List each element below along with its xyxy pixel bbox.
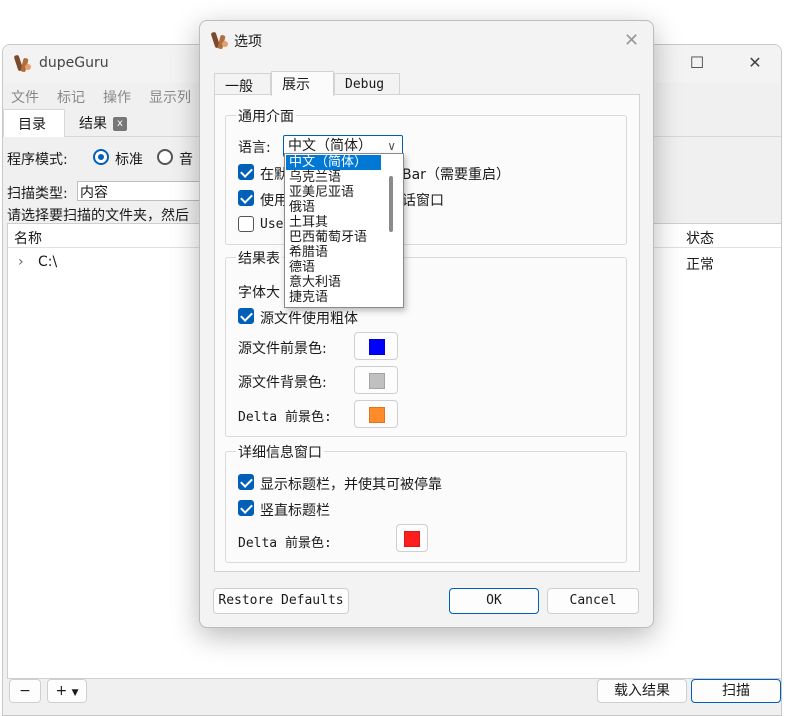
language-option[interactable]: 俄语 (286, 200, 381, 215)
header-name[interactable]: 名称 (14, 228, 42, 248)
dialog-tab-bar: 一般 展示 Debug (214, 71, 640, 96)
language-option[interactable]: 意大利语 (286, 275, 381, 290)
close-icon[interactable]: ✕ (624, 30, 639, 51)
cb-native-dialog-label-end: 话窗口 (402, 193, 444, 209)
tab-general[interactable]: 一般 (214, 73, 271, 95)
window-title: dupeGuru (39, 55, 109, 71)
mode-standard-label: 标准 (115, 152, 143, 168)
mode-music-radio[interactable] (157, 149, 173, 165)
language-option[interactable]: 捷克语 (286, 290, 381, 305)
instruction-text: 请选择要扫描的文件夹，然后 (7, 208, 189, 224)
menu-file[interactable]: 文件 (11, 87, 39, 107)
menu-mark[interactable]: 标记 (57, 87, 85, 107)
font-size-label: 字体大 (238, 285, 280, 301)
mode-music-label: 音 (179, 152, 193, 168)
ok-button[interactable]: OK (449, 588, 539, 614)
menu-actions[interactable]: 操作 (103, 87, 131, 107)
tree-row-path: C:\ (38, 254, 58, 270)
cb-native-dialog[interactable] (238, 190, 254, 206)
scan-button[interactable]: 扫描 (691, 679, 781, 703)
cb-toolbar[interactable] (238, 164, 254, 180)
delta-fg-color-button[interactable] (354, 400, 398, 428)
tree-row-state[interactable]: 正常 (686, 254, 714, 274)
dialog-title: 选项 (234, 34, 262, 50)
cb-use-option-label: Use (260, 217, 284, 232)
add-folder-button[interactable]: + ▼ (47, 679, 87, 703)
cb-vertical-titlebar[interactable] (238, 500, 254, 516)
details-window-group: 详细信息窗口 显示标题栏，并使其可被停靠 竖直标题栏 Delta 前景色: (225, 442, 627, 563)
scan-type-label: 扫描类型: (7, 186, 68, 202)
menu-columns[interactable]: 显示列 (149, 87, 191, 107)
cb-vertical-titlebar-label: 竖直标题栏 (260, 503, 330, 519)
group-title: 通用介面 (236, 106, 296, 126)
tab-close-icon[interactable]: x (113, 117, 127, 131)
language-option[interactable]: 德语 (286, 260, 381, 275)
source-fg-label: 源文件前景色: (238, 341, 327, 357)
group-title: 结果表 (236, 248, 282, 268)
header-state[interactable]: 状态 (686, 228, 714, 248)
options-dialog: 选项 ✕ 一般 展示 Debug 通用介面 语言: 在默 Bar（需要重启） 使… (199, 20, 654, 628)
cb-show-titlebar-label: 显示标题栏，并使其可被停靠 (260, 477, 442, 493)
language-dropdown-list[interactable]: 中文（简体） 乌克兰语 亚美尼亚语 俄语 土耳其 巴西葡萄牙语 希腊语 德语 意… (284, 153, 404, 308)
dropdown-arrow-icon: ▼ (71, 688, 79, 698)
cb-use-option[interactable] (238, 216, 254, 232)
source-fg-color-button[interactable] (354, 332, 398, 360)
mode-standard-radio[interactable] (93, 149, 109, 165)
tab-directories[interactable]: 目录 (3, 109, 65, 137)
language-option[interactable]: 巴西葡萄牙语 (286, 230, 381, 245)
language-option[interactable]: 乌克兰语 (286, 170, 381, 185)
close-icon[interactable]: ✕ (745, 53, 765, 73)
detail-delta-fg-swatch (404, 531, 420, 547)
expand-chevron-icon[interactable]: › (18, 254, 24, 270)
source-bg-label: 源文件背景色: (238, 375, 327, 391)
source-bg-color-button[interactable] (354, 366, 398, 394)
dialog-app-icon (210, 31, 230, 51)
tab-results[interactable]: 结果 x (65, 109, 145, 137)
detail-delta-fg-label: Delta 前景色: (238, 536, 332, 551)
language-label: 语言: (238, 140, 271, 156)
program-mode-label: 程序模式: (7, 152, 68, 168)
cb-bold-source[interactable] (238, 308, 254, 324)
display-tab-panel: 通用介面 语言: 在默 Bar（需要重启） 使用 话窗口 Use 结果表 字体大… (214, 94, 640, 572)
language-option[interactable]: 希腊语 (286, 245, 381, 260)
language-option[interactable]: 土耳其 (286, 215, 381, 230)
tab-display[interactable]: 展示 (271, 71, 334, 96)
cb-show-titlebar[interactable] (238, 474, 254, 490)
remove-folder-button[interactable]: − (9, 679, 41, 703)
scrollbar-thumb[interactable] (389, 176, 393, 232)
delta-fg-label: Delta 前景色: (238, 410, 332, 425)
group-title: 详细信息窗口 (236, 442, 324, 462)
detail-delta-fg-color-button[interactable] (396, 524, 428, 552)
scan-type-select[interactable]: 内容 (77, 181, 207, 201)
language-option[interactable]: 亚美尼亚语 (286, 185, 381, 200)
load-results-button[interactable]: 载入结果 (597, 679, 687, 703)
restore-defaults-button[interactable]: Restore Defaults (213, 588, 349, 614)
tab-debug[interactable]: Debug (334, 73, 400, 95)
maximize-icon[interactable]: ☐ (687, 53, 707, 73)
source-fg-swatch (369, 339, 385, 355)
language-option[interactable]: 中文（简体） (286, 155, 381, 170)
delta-fg-swatch (369, 407, 385, 423)
cb-toolbar-label-end: Bar（需要重启） (402, 167, 510, 183)
source-bg-swatch (369, 373, 385, 389)
cancel-button[interactable]: Cancel (547, 588, 639, 614)
bottom-bar: − + ▼ 载入结果 扫描 (3, 679, 781, 715)
dupeguru-app-icon (13, 54, 33, 74)
cb-bold-source-label: 源文件使用粗体 (260, 311, 358, 327)
